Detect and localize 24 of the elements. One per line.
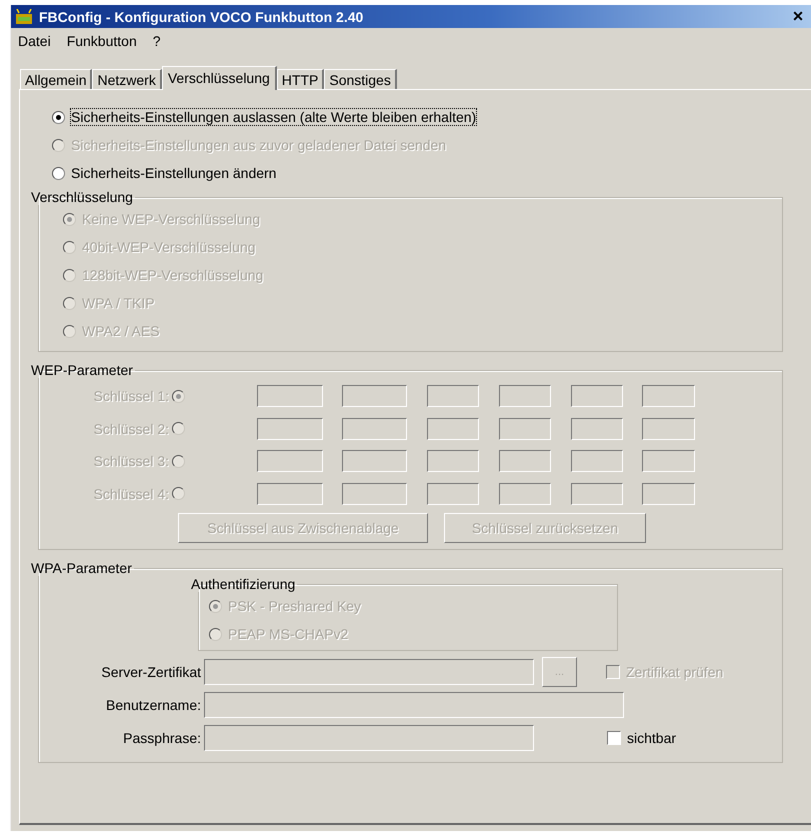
menu-item[interactable]: Funkbutton [66,33,137,53]
tab[interactable]: Sonstiges [324,69,397,89]
radio-label: Sicherheits-Einstellungen ändern [71,165,276,181]
group-title: WPA-Parameter [30,560,133,576]
group-title: Authentifizierung [190,576,296,592]
field-label: Benutzername: [105,696,201,712]
close-button[interactable]: × [788,7,808,26]
tab[interactable]: Netzwerk [92,69,162,89]
checkbox-label: sichtbar [627,730,676,746]
field-label: Passphrase: [122,730,201,746]
tab[interactable]: Allgemein [20,69,92,89]
menu-item[interactable]: ? [152,33,161,53]
tab[interactable]: HTTP [276,69,324,89]
group-title: Verschlüsselung [30,189,134,205]
app-icon [15,8,33,24]
group-title: WEP-Parameter [30,362,134,378]
tab[interactable]: Verschlüsselung [162,66,277,90]
radio-button[interactable] [52,110,65,124]
radio-button[interactable] [52,166,65,180]
menu-item[interactable]: Datei [18,33,51,53]
checkbox[interactable] [607,730,621,744]
radio-label: Sicherheits-Einstellungen auslassen (alte Werte bleiben erhalten) [71,109,476,125]
field-label: Server-Zertifikat [100,664,201,680]
window-title: FBConfig - Konfiguration VOCO Funkbutton 2.40 [39,8,364,24]
